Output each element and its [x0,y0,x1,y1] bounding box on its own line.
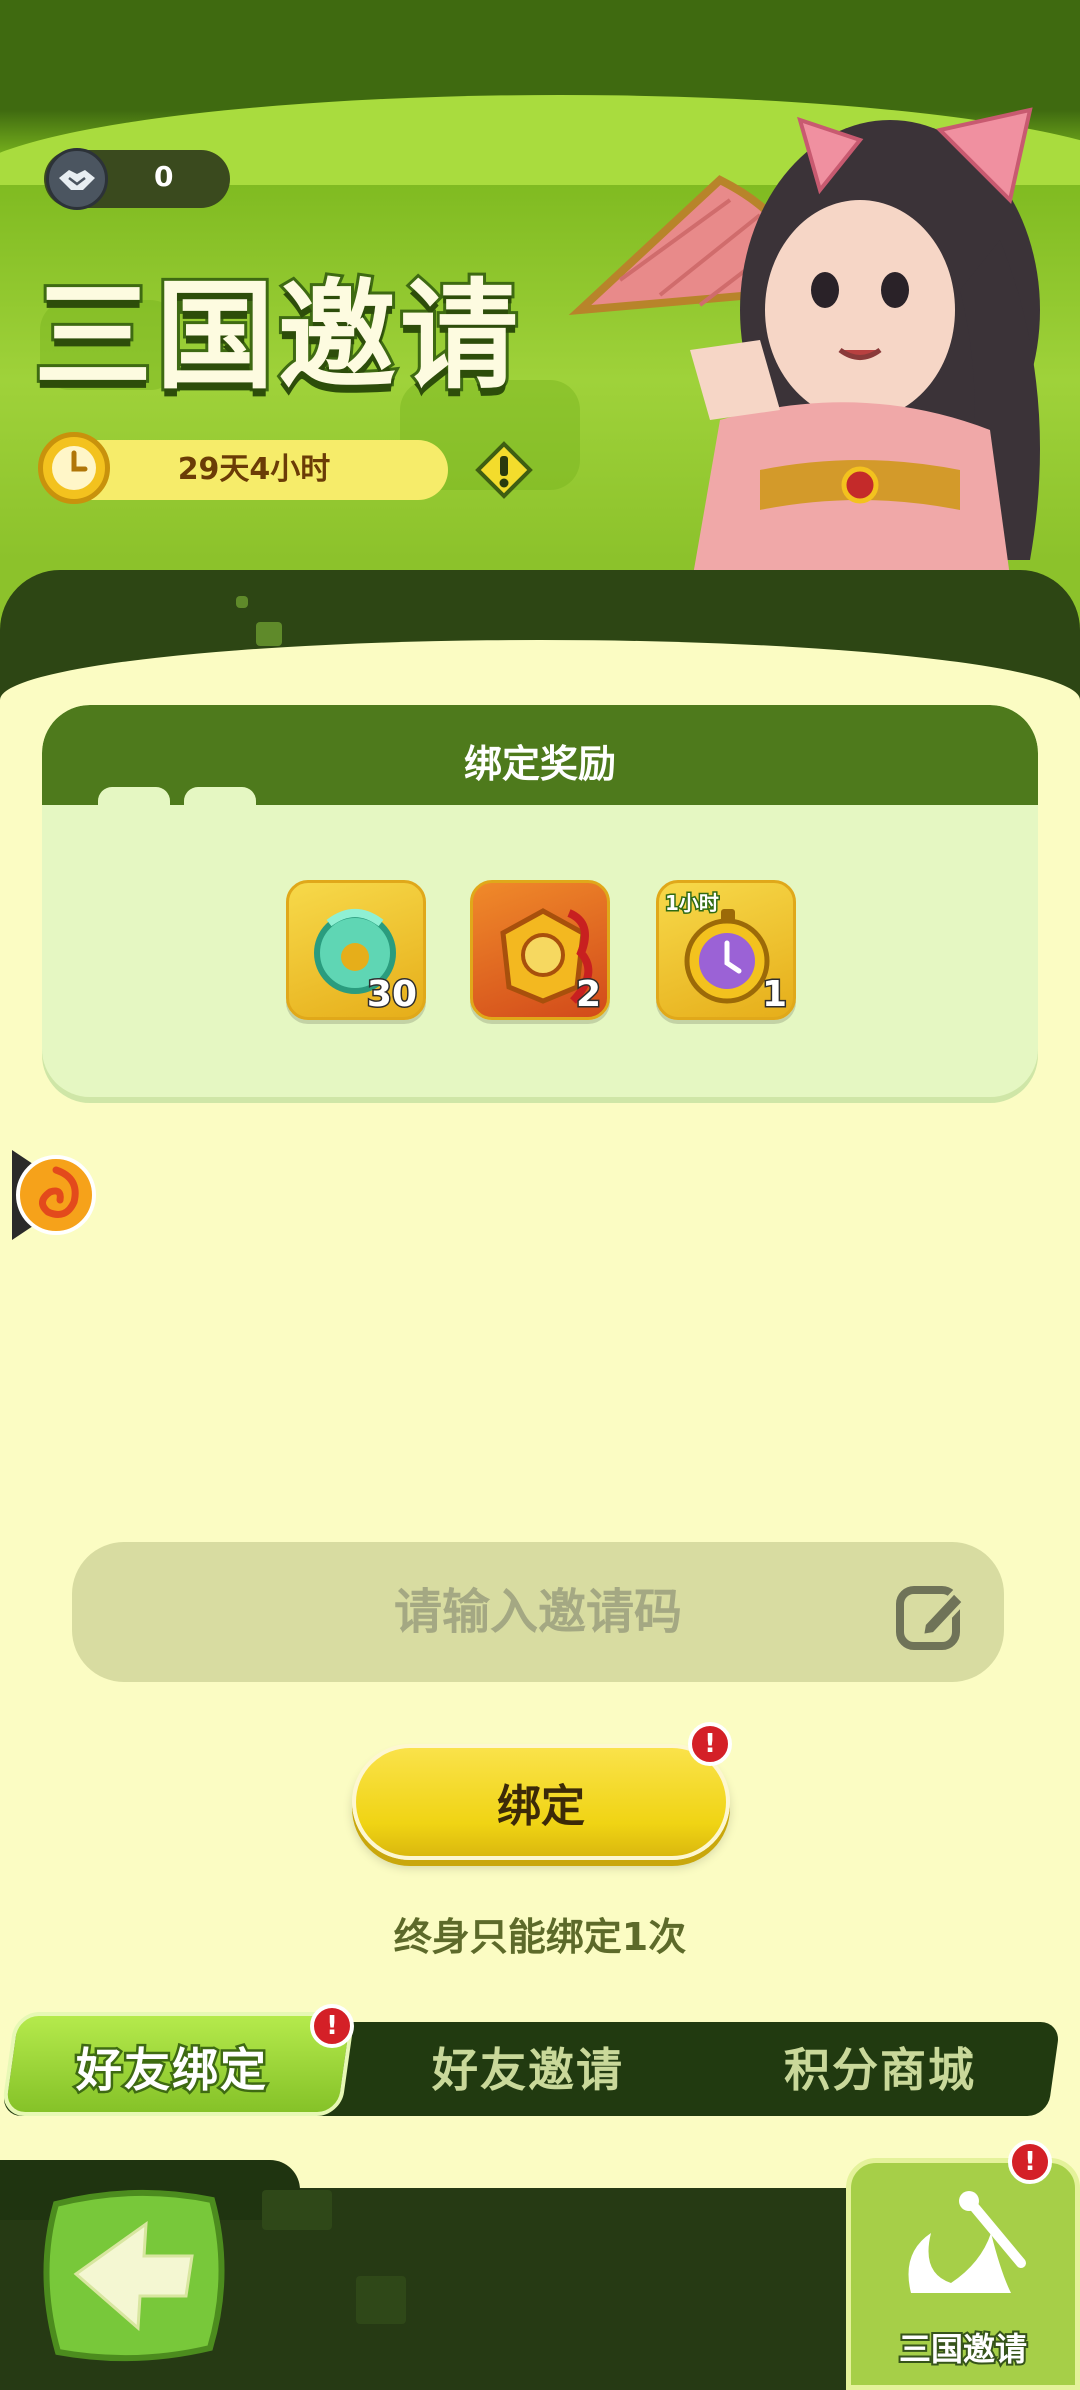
character-illustration [568,107,1040,650]
feature-button-label: 三国邀请 [897,2328,1029,2370]
duration-badge: 1小时 [664,890,721,917]
alert-icon: ! [688,1722,732,1766]
bind-limit-hint: 终身只能绑定1次 [393,1915,687,1959]
countdown-text: 29天4小时 [177,452,331,487]
decoration [356,2276,406,2324]
decoration [262,2190,332,2230]
alert-icon: ! [1008,2140,1052,2184]
points-value: 0 [154,160,174,193]
reward-card-title: 绑定奖励 [463,742,616,786]
decoration [184,787,256,827]
side-swirl-badge[interactable] [12,1150,96,1240]
decoration [236,596,248,608]
back-button[interactable] [36,2184,232,2366]
tab-friend-bind-label[interactable]: 好友绑定 [22,2034,322,2100]
tab-friend-invite[interactable]: 好友邀请 [378,2034,678,2100]
event-title: 三国邀请 [31,264,523,408]
rules-info-icon[interactable] [474,440,534,500]
bind-button[interactable]: 绑定 [352,1744,730,1860]
handshake-icon [46,148,108,210]
tab-points-shop[interactable]: 积分商城 [730,2034,1030,2100]
decoration [98,787,170,827]
invite-points-counter: 0 [44,148,230,210]
alert-icon: ! [310,2004,354,2048]
reward-count: 2 [574,973,602,1017]
reward-item-seal[interactable]: 2 [470,880,610,1020]
invite-code-input[interactable] [72,1542,1004,1682]
countdown-timer: 29天4小时 [60,440,448,500]
decoration [256,622,282,646]
reward-item-jade[interactable]: 30 [286,880,426,1020]
reward-item-stopwatch[interactable]: 1小时 1 [656,880,796,1020]
reward-count: 1 [760,973,788,1017]
reward-count: 30 [365,973,418,1017]
edit-icon[interactable] [894,1578,970,1654]
clock-icon [38,432,110,504]
scroll-brush-icon [908,2191,1026,2293]
